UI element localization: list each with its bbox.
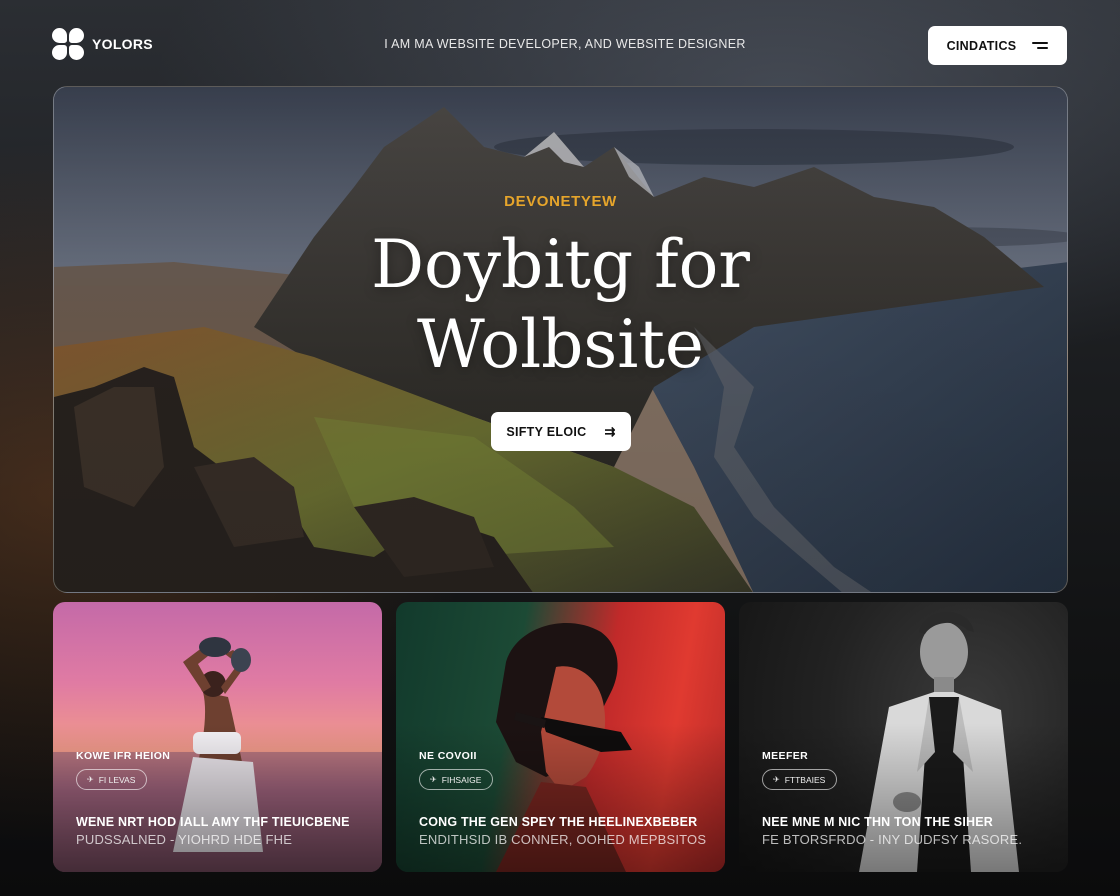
logo-text: YOLORS [92, 36, 153, 52]
header-tagline: I AM MA WEBSITE DEVELOPER, AND WEBSITE D… [384, 37, 746, 51]
hero-cta-label: SIFTY ELOIC [506, 424, 587, 439]
logo[interactable]: YOLORS [52, 28, 153, 60]
hero-banner: DEVONETYEW Doybitg for Wolbsite SIFTY EL… [53, 86, 1068, 593]
card-tag-label: FTTBAIES [784, 774, 826, 785]
portfolio-card[interactable]: NE COVOII ✈ FIHSAIGE CONG THE GEN SPEY T… [396, 602, 725, 872]
card-title: NEE MNE M NIC THN TON THE SIHER [762, 815, 993, 829]
hero-title-line-2: Wolbsite [416, 306, 704, 383]
portfolio-card[interactable]: MEEFER ✈ FTTBAIES NEE MNE M NIC THN TON … [739, 602, 1068, 872]
card-tag[interactable]: ✈ FI LEVAS [76, 769, 148, 790]
card-title: CONG THE GEN SPEY THE HEELINEXBEBER [419, 815, 698, 829]
card-tag[interactable]: ✈ FIHSAIGE [419, 769, 494, 790]
card-tag-label: FIHSAIGE [441, 774, 482, 785]
card-category: KOWE IFR HEION [76, 750, 171, 762]
card-category: MEEFER [762, 750, 809, 762]
portfolio-cards: KOWE IFR HEION ✈ FI LEVAS WENE NRT HOD I… [53, 602, 1068, 872]
tag-icon: ✈ [430, 775, 437, 784]
menu-icon [1032, 41, 1049, 51]
arrow-icon: ⇉ [604, 424, 616, 439]
hero-eyebrow: DEVONETYEW [504, 193, 617, 210]
tag-icon: ✈ [87, 775, 94, 784]
card-tag-label: FI LEVAS [98, 774, 136, 785]
tag-icon: ✈ [773, 775, 780, 784]
hero-cta-button[interactable]: SIFTY ELOIC ⇉ [491, 412, 631, 451]
logo-mark-icon [52, 28, 84, 60]
contacts-button-label: CINDATICS [946, 38, 1017, 53]
site-header: YOLORS I AM MA WEBSITE DEVELOPER, AND WE… [0, 0, 1120, 90]
hero-title: Doybitg for Wolbsite [54, 225, 1067, 385]
portfolio-card[interactable]: KOWE IFR HEION ✈ FI LEVAS WENE NRT HOD I… [53, 602, 382, 872]
card-title: WENE NRT HOD IALL AMY THF TIEUICBENE [76, 815, 350, 829]
contacts-button[interactable]: CINDATICS [928, 26, 1067, 65]
card-subtitle: PUDSSALNED - YIOHRD HDE FHE [76, 832, 293, 847]
card-tag[interactable]: ✈ FTTBAIES [762, 769, 838, 790]
card-subtitle: ENDITHSID IB CONNER, OOHED MEPBSITOS [419, 832, 707, 847]
card-category: NE COVOII [419, 750, 477, 762]
card-subtitle: FE BTORSFRDO - INY DUDFSY RASORE. [762, 832, 1023, 847]
hero-title-line-1: Doybitg for [371, 226, 750, 303]
